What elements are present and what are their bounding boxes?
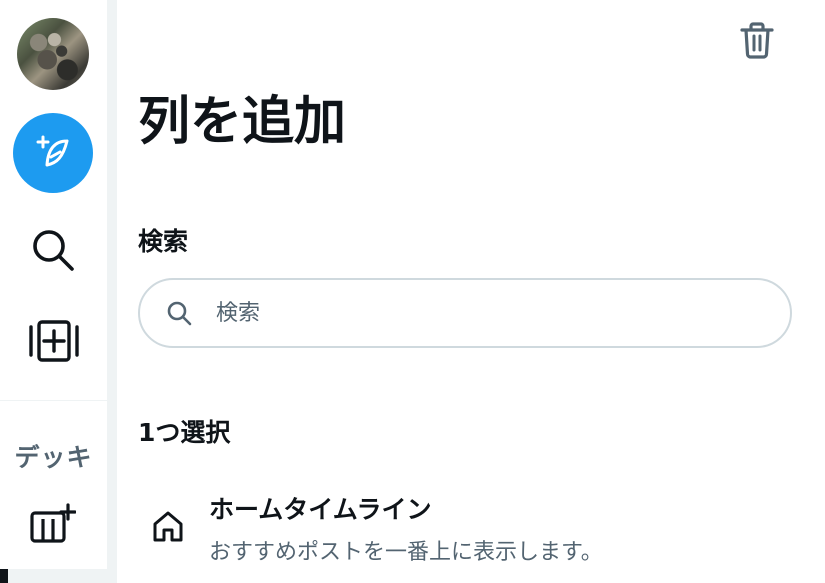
sidebar-divider xyxy=(0,400,107,401)
search-input[interactable] xyxy=(214,299,778,327)
trash-icon xyxy=(740,22,774,59)
delete-column-button[interactable] xyxy=(737,20,777,60)
search-field[interactable] xyxy=(138,278,792,348)
new-deck-button[interactable] xyxy=(28,503,76,545)
avatar[interactable] xyxy=(17,18,89,90)
bottom-edge xyxy=(0,569,8,583)
option-description: おすすめポストを一番上に表示します。 xyxy=(209,540,603,565)
compose-quill-icon xyxy=(36,135,69,167)
search-nav-button[interactable] xyxy=(28,225,78,275)
deck-label: デッキ xyxy=(14,443,93,472)
bottom-strip xyxy=(0,569,107,583)
column-divider xyxy=(107,0,117,583)
select-section-label: 1つ選択 xyxy=(138,418,231,447)
search-icon xyxy=(33,230,74,271)
option-title: ホームタイムライン xyxy=(209,495,432,524)
home-icon xyxy=(153,511,183,542)
page-title: 列を追加 xyxy=(138,92,347,152)
add-column-button[interactable] xyxy=(28,317,80,365)
add-column-icon xyxy=(29,320,79,362)
home-timeline-option[interactable]: ホームタイムライン おすすめポストを一番上に表示します。 xyxy=(138,478,798,568)
sidebar: デッキ xyxy=(0,0,107,583)
search-icon xyxy=(166,300,192,326)
new-deck-icon xyxy=(30,503,76,543)
compose-button[interactable] xyxy=(13,113,93,193)
add-column-panel: 列を追加 検索 1つ選択 ホームタイムライン おすすめポストを一番上に表示します… xyxy=(117,0,825,583)
search-section-label: 検索 xyxy=(138,227,189,256)
